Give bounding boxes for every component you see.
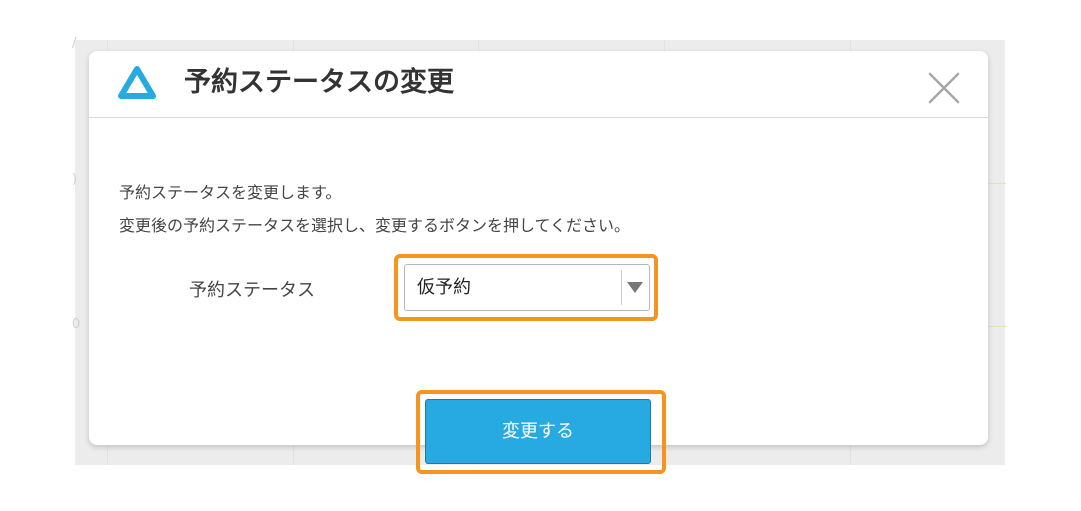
- status-select[interactable]: 仮予約: [404, 264, 650, 311]
- select-divider: [621, 270, 622, 305]
- status-select-value: 仮予約: [417, 277, 471, 298]
- triangle-logo-icon: [117, 65, 157, 101]
- chevron-down-icon[interactable]: [627, 282, 643, 293]
- backdrop-event-line: [986, 183, 1006, 184]
- dialog-instruction: 変更後の予約ステータスを選択し、変更するボタンを押してください。: [119, 216, 631, 235]
- status-field-label: 予約ステータス: [189, 280, 315, 301]
- dialog-body: 予約ステータスを変更します。 変更後の予約ステータスを選択し、変更するボタンを押…: [89, 118, 988, 474]
- backdrop-label: 0: [72, 317, 81, 332]
- backdrop-label: /: [72, 36, 77, 51]
- close-icon[interactable]: [927, 71, 961, 105]
- dialog-description: 予約ステータスを変更します。: [119, 183, 342, 202]
- backdrop-label: ): [72, 172, 78, 187]
- backdrop-event-line: [986, 326, 1006, 327]
- dialog-header: 予約ステータスの変更: [89, 51, 988, 118]
- change-button[interactable]: 変更する: [425, 399, 651, 464]
- change-status-dialog: 予約ステータスの変更 予約ステータスを変更します。 変更後の予約ステータスを選択…: [89, 51, 988, 474]
- dialog-title: 予約ステータスの変更: [184, 67, 454, 98]
- screen: / ) 0 予約ステータスの変更 予約ステータスを変更します。 変更後の予約ステ…: [0, 0, 1081, 511]
